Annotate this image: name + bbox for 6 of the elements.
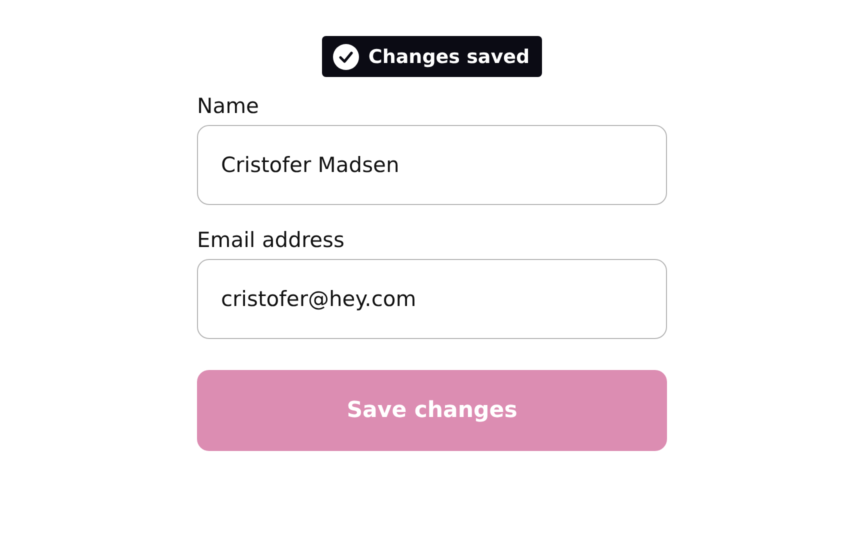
field-label: Name [197, 94, 260, 118]
toast-message: Changes saved [368, 46, 530, 68]
input-field[interactable]: cristofer@hey.com [197, 259, 667, 339]
input-field[interactable]: Cristofer Madsen [197, 125, 667, 205]
check-icon [333, 44, 360, 70]
field-label: Email address [197, 228, 346, 252]
